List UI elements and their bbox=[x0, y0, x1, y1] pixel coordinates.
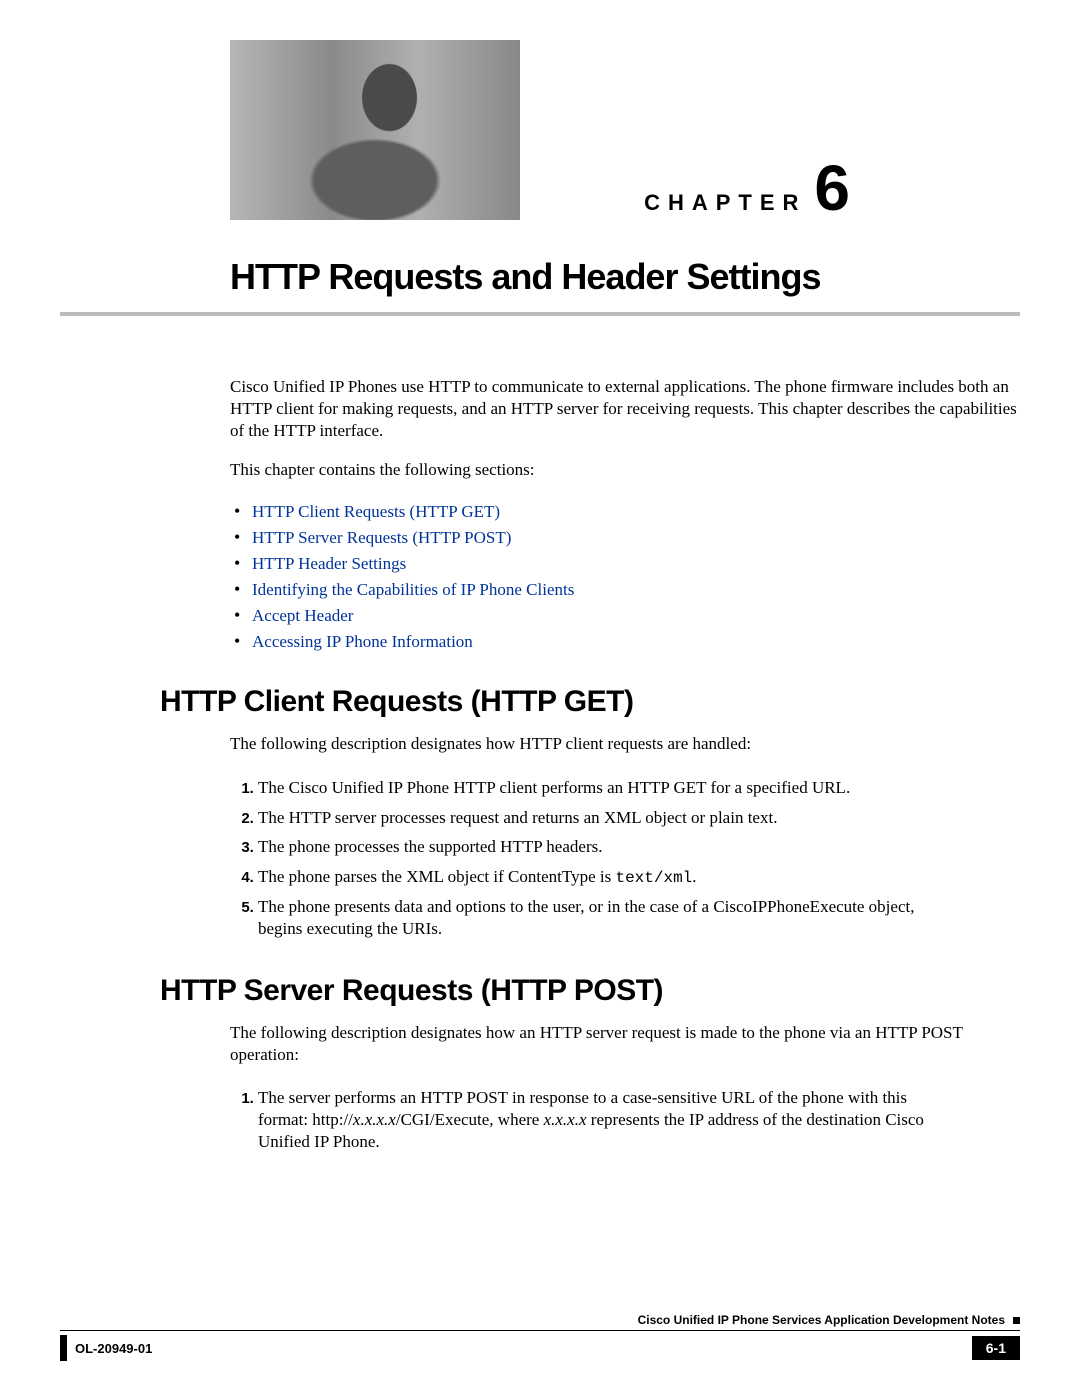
chapter-hero-image bbox=[230, 40, 520, 220]
toc-list: HTTP Client Requests (HTTP GET) HTTP Ser… bbox=[230, 499, 1020, 655]
toc-item: HTTP Header Settings bbox=[230, 551, 1020, 577]
ip-placeholder: x.x.x.x bbox=[353, 1110, 396, 1129]
step-text: The phone parses the XML object if Conte… bbox=[258, 867, 615, 886]
step-item: The server performs an HTTP POST in resp… bbox=[258, 1083, 960, 1156]
step-suffix: . bbox=[692, 867, 696, 886]
toc-item: Identifying the Capabilities of IP Phone… bbox=[230, 577, 1020, 603]
step-item: The Cisco Unified IP Phone HTTP client p… bbox=[258, 773, 960, 803]
content-type-code: text/xml bbox=[615, 869, 692, 887]
footer-doc-title: Cisco Unified IP Phone Services Applicat… bbox=[638, 1313, 1005, 1327]
chapter-label: CHAPTER 6 bbox=[644, 156, 850, 220]
section-heading-http-get: HTTP Client Requests (HTTP GET) bbox=[160, 685, 1020, 719]
step-item: The HTTP server processes request and re… bbox=[258, 803, 960, 833]
toc-link[interactable]: HTTP Server Requests (HTTP POST) bbox=[252, 528, 511, 547]
page-footer: Cisco Unified IP Phone Services Applicat… bbox=[60, 1313, 1020, 1361]
footer-doc-id: OL-20949-01 bbox=[75, 1341, 152, 1356]
toc-lead: This chapter contains the following sect… bbox=[230, 459, 1020, 481]
title-divider bbox=[60, 312, 1020, 316]
http-get-steps: The Cisco Unified IP Phone HTTP client p… bbox=[230, 773, 960, 944]
toc-link[interactable]: Identifying the Capabilities of IP Phone… bbox=[252, 580, 574, 599]
toc-item: HTTP Server Requests (HTTP POST) bbox=[230, 525, 1020, 551]
toc-link[interactable]: Accept Header bbox=[252, 606, 353, 625]
section2-lead: The following description designates how… bbox=[230, 1022, 1020, 1066]
toc-link[interactable]: HTTP Client Requests (HTTP GET) bbox=[252, 502, 500, 521]
toc-item: Accept Header bbox=[230, 603, 1020, 629]
page-number: 6-1 bbox=[972, 1336, 1020, 1360]
step-item: The phone processes the supported HTTP h… bbox=[258, 832, 960, 862]
step-item: The phone presents data and options to t… bbox=[258, 892, 960, 944]
http-post-steps: The server performs an HTTP POST in resp… bbox=[230, 1083, 960, 1156]
step-text: /CGI/Execute, where bbox=[396, 1110, 544, 1129]
section1-lead: The following description designates how… bbox=[230, 733, 1020, 755]
chapter-title: HTTP Requests and Header Settings bbox=[230, 256, 1020, 298]
footer-square-icon bbox=[1013, 1317, 1020, 1324]
toc-item: Accessing IP Phone Information bbox=[230, 629, 1020, 655]
footer-bar-icon bbox=[60, 1335, 67, 1361]
chapter-number: 6 bbox=[814, 156, 850, 220]
section-heading-http-post: HTTP Server Requests (HTTP POST) bbox=[160, 974, 1020, 1008]
step-item: The phone parses the XML object if Conte… bbox=[258, 862, 960, 892]
toc-item: HTTP Client Requests (HTTP GET) bbox=[230, 499, 1020, 525]
toc-link[interactable]: Accessing IP Phone Information bbox=[252, 632, 473, 651]
chapter-word: CHAPTER bbox=[644, 190, 806, 216]
ip-placeholder: x.x.x.x bbox=[544, 1110, 587, 1129]
toc-link[interactable]: HTTP Header Settings bbox=[252, 554, 406, 573]
intro-paragraph: Cisco Unified IP Phones use HTTP to comm… bbox=[230, 376, 1020, 441]
